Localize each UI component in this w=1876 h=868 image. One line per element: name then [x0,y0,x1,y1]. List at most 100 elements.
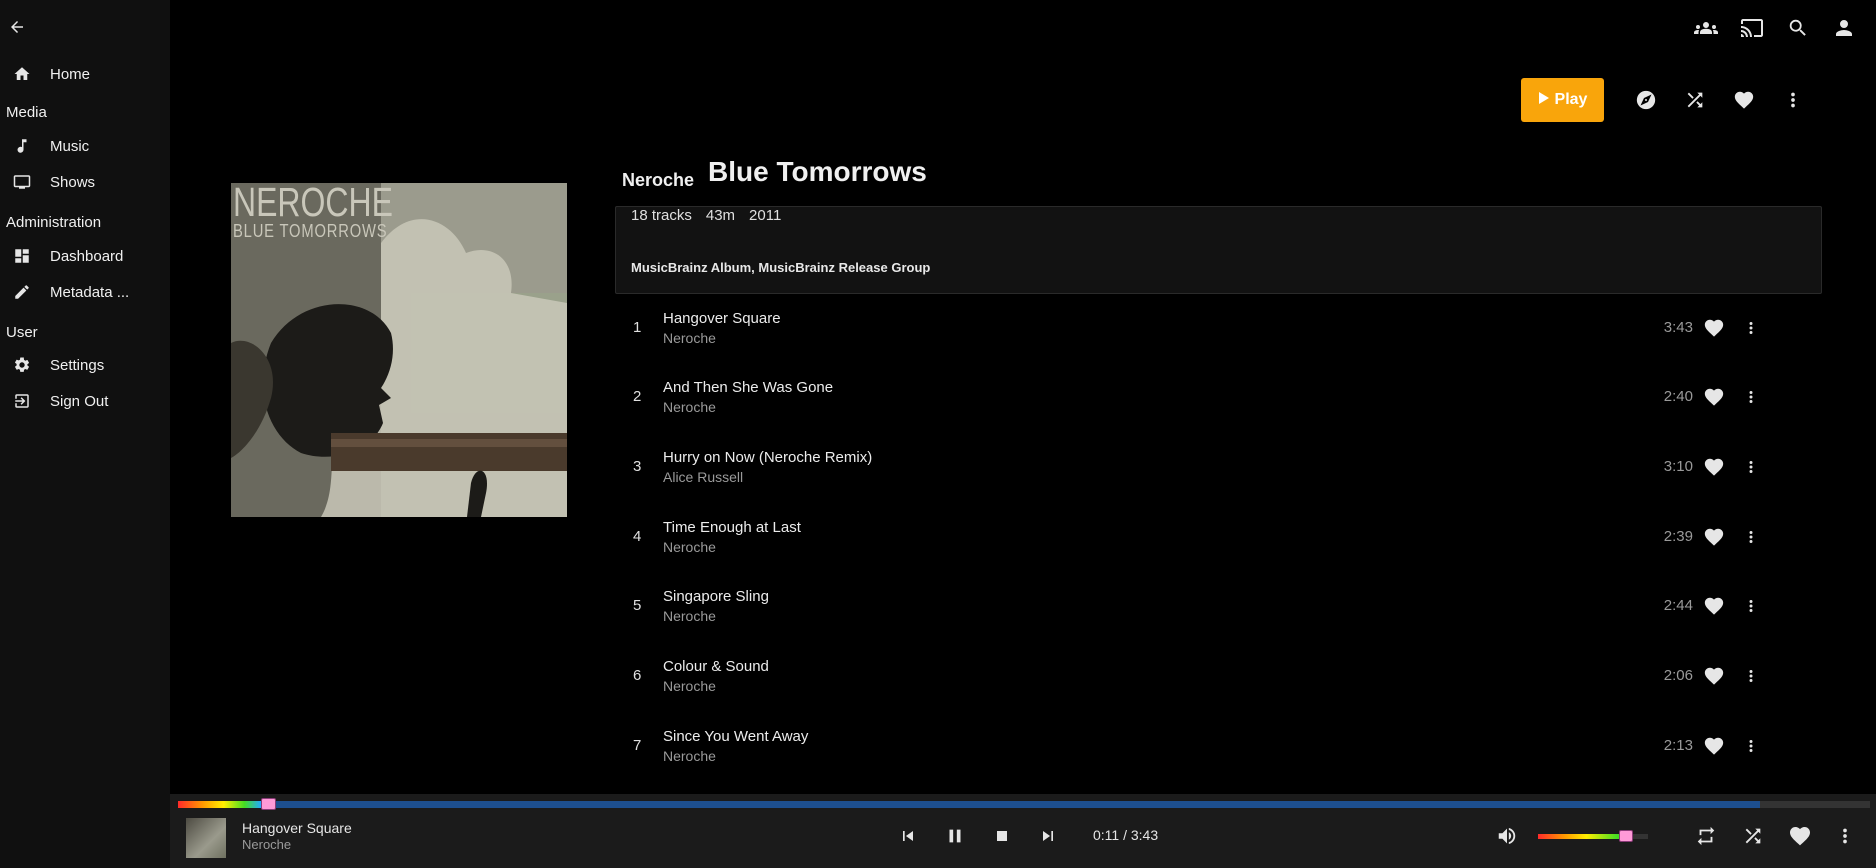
volume-icon[interactable] [1495,824,1519,848]
favorite-heart-icon[interactable] [1701,734,1727,758]
syncplay-group-icon[interactable] [1694,16,1718,40]
volume-handle[interactable] [1619,830,1633,842]
track-title[interactable]: Singapore Sling [663,588,769,605]
section-header-media: Media [6,104,47,121]
music-note-icon [11,135,33,157]
home-icon [11,63,33,85]
sidebar-item-settings[interactable]: Settings [0,350,170,380]
favorite-heart-icon[interactable] [1788,824,1812,848]
track-number: 4 [633,528,642,545]
track-title[interactable]: Colour & Sound [663,658,769,675]
stop-icon[interactable] [990,824,1014,848]
more-vert-icon[interactable] [1742,664,1760,688]
previous-track-icon[interactable] [896,824,920,848]
instant-mix-compass-icon[interactable] [1634,88,1658,112]
track-artist[interactable]: Neroche [663,748,716,764]
tv-icon [11,171,33,193]
musicbrainz-album-link[interactable]: MusicBrainz Album [631,260,751,275]
cast-icon[interactable] [1740,16,1764,40]
track-row[interactable]: 5 Singapore Sling Neroche 2:44 [615,576,1822,636]
seek-bar[interactable] [178,798,1870,810]
more-vert-icon[interactable] [1742,455,1760,479]
favorite-heart-icon[interactable] [1701,455,1727,479]
musicbrainz-release-group-link[interactable]: MusicBrainz Release Group [758,260,930,275]
track-artist[interactable]: Neroche [663,608,716,624]
track-artist[interactable]: Neroche [663,330,716,346]
sidebar-item-shows[interactable]: Shows [0,167,170,197]
track-row[interactable]: 3 Hurry on Now (Neroche Remix) Alice Russe… [615,437,1822,497]
more-vert-icon[interactable] [1742,734,1760,758]
next-track-icon[interactable] [1036,824,1060,848]
shuffle-icon[interactable] [1683,88,1707,112]
track-duration: 3:10 [1663,458,1693,475]
back-arrow-icon[interactable] [6,16,28,38]
album-cover-title-text: BLUE TOMORROWS [233,221,388,241]
seek-played [178,801,261,808]
album-info-box: 18 tracks 43m 2011 MusicBrainz Album, Mu… [615,206,1822,294]
page-title: Blue Tomorrows [708,156,927,187]
track-row[interactable]: 6 Colour & Sound Neroche 2:06 [615,646,1822,706]
track-title[interactable]: Since You Went Away [663,728,808,745]
track-artist[interactable]: Neroche [663,678,716,694]
track-title[interactable]: Hurry on Now (Neroche Remix) [663,449,872,466]
play-icon [1538,91,1550,110]
favorite-heart-icon[interactable] [1701,385,1727,409]
now-playing-bar: Hangover Square Neroche 0:11 / 3:43 [170,794,1876,868]
track-number: 6 [633,667,642,684]
repeat-icon[interactable] [1694,824,1718,848]
play-button[interactable]: Play [1521,78,1604,122]
track-duration: 2:44 [1663,597,1693,614]
track-number: 7 [633,737,642,754]
sidebar-item-metadata[interactable]: Metadata ... [0,277,170,307]
track-row[interactable]: 7 Since You Went Away Neroche 2:13 [615,716,1822,776]
track-row[interactable]: 4 Time Enough at Last Neroche 2:39 [615,507,1822,567]
pause-icon[interactable] [943,824,967,848]
track-count: 18 tracks [631,207,692,224]
sidebar-item-label: Metadata ... [50,283,130,301]
track-row[interactable]: 2 And Then She Was Gone Neroche 2:40 [615,367,1822,427]
runtime: 43m [705,207,736,224]
album-artist-link[interactable]: Neroche [622,170,694,191]
favorite-heart-icon[interactable] [1701,594,1727,618]
more-vert-icon[interactable] [1742,525,1760,549]
sidebar-item-music[interactable]: Music [0,131,170,161]
now-playing-title[interactable]: Hangover Square [242,820,352,836]
pencil-icon [11,281,33,303]
search-icon[interactable] [1786,16,1810,40]
track-title[interactable]: And Then She Was Gone [663,379,833,396]
sign-out-icon [11,390,33,412]
favorite-heart-icon[interactable] [1701,525,1727,549]
favorite-heart-icon[interactable] [1701,316,1727,340]
heart-icon[interactable] [1732,88,1756,112]
more-vert-icon[interactable] [1742,594,1760,618]
track-number: 1 [633,319,642,336]
user-avatar-icon[interactable] [1832,16,1856,40]
album-meta: 18 tracks 43m 2011 [631,207,781,224]
track-title[interactable]: Hangover Square [663,310,781,327]
more-vert-icon[interactable] [1742,385,1760,409]
more-vert-icon[interactable] [1833,824,1857,848]
track-artist[interactable]: Alice Russell [663,469,743,485]
track-artist[interactable]: Neroche [663,399,716,415]
now-playing-artist[interactable]: Neroche [242,837,291,852]
track-duration: 2:13 [1663,737,1693,754]
volume-slider[interactable] [1538,830,1648,842]
seek-buffered [178,801,1761,808]
header-toolbar [1694,16,1856,40]
seek-handle[interactable] [260,798,276,810]
track-artist[interactable]: Neroche [663,539,716,555]
release-year: 2011 [749,207,782,224]
favorite-heart-icon[interactable] [1701,664,1727,688]
sidebar-item-signout[interactable]: Sign Out [0,386,170,416]
track-number: 3 [633,458,642,475]
shuffle-queue-icon[interactable] [1741,824,1765,848]
track-row[interactable]: 1 Hangover Square Neroche 3:43 [615,298,1822,358]
more-vert-icon[interactable] [1781,88,1805,112]
track-title[interactable]: Time Enough at Last [663,519,801,536]
volume-level [1538,834,1626,839]
more-vert-icon[interactable] [1742,316,1760,340]
now-playing-thumbnail[interactable] [186,818,226,858]
sidebar-item-home[interactable]: Home [0,59,170,89]
sidebar-item-dashboard[interactable]: Dashboard [0,241,170,271]
sidebar-item-label: Shows [50,173,96,191]
